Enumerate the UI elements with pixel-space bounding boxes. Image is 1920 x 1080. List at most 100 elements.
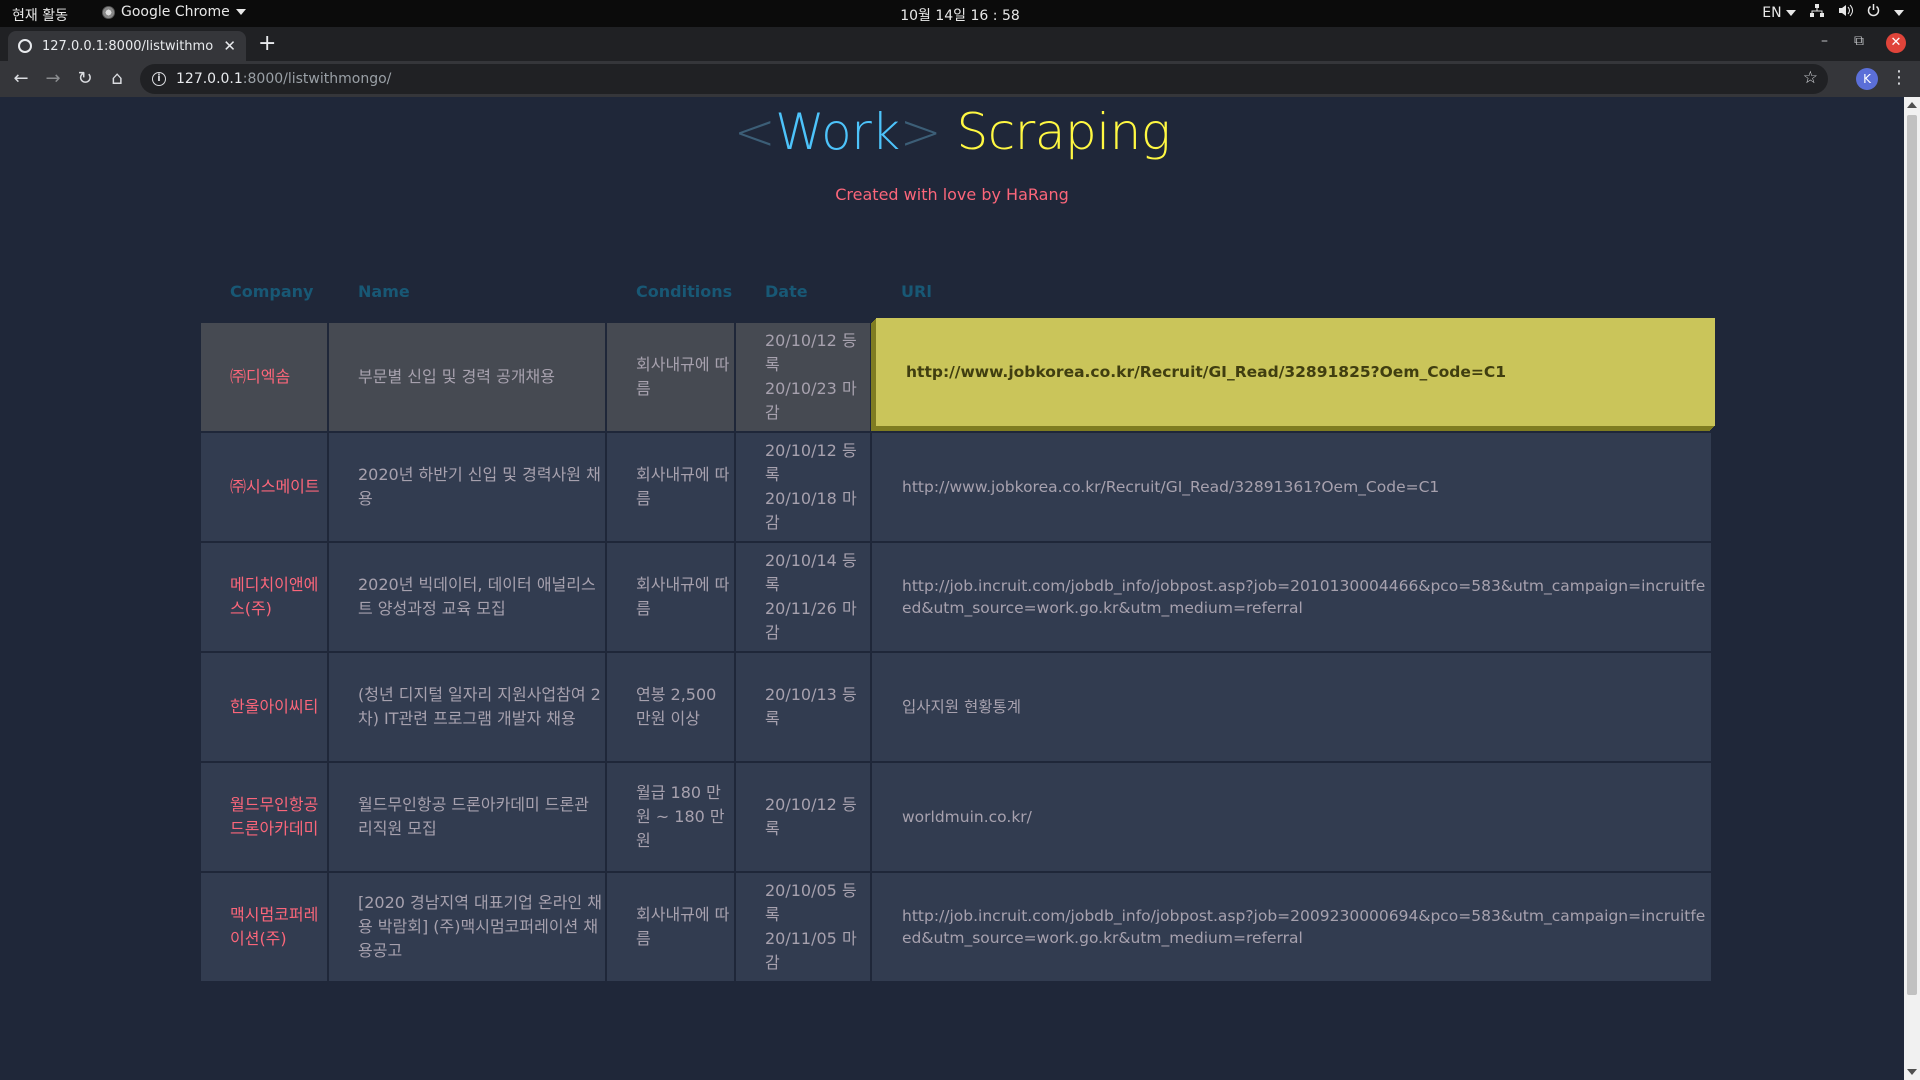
url-cell[interactable]: http://job.incruit.com/jobdb_info/jobpos… (872, 873, 1711, 981)
chevron-down-icon (235, 9, 246, 15)
chevron-down-icon[interactable] (1894, 9, 1904, 16)
name-cell: 2020년 하반기 신입 및 경력사원 채용 (329, 433, 605, 541)
company-cell: ㈜디엑솜 (201, 323, 327, 431)
title-open-bracket: < (733, 103, 776, 161)
system-tray[interactable]: EN (1762, 4, 1904, 21)
table-row[interactable]: 맥시멈코퍼레이션(주) [2020 경남지역 대표기업 온라인 채용 박람회] … (201, 873, 1711, 981)
scroll-up-arrow-icon[interactable] (1907, 102, 1917, 108)
date-deadline: 20/11/05 마감 (765, 929, 857, 972)
company-cell: 한울아이씨티 (201, 653, 327, 761)
date-deadline: 20/10/23 마감 (765, 379, 857, 422)
name-cell: 부문별 신입 및 경력 공개채용 (329, 323, 605, 431)
menu-kebab-icon[interactable]: ⋮ (1890, 67, 1908, 88)
date-registered: 20/10/12 등록 (765, 441, 857, 484)
chrome-icon (102, 5, 115, 19)
system-top-bar: 현재 활동 Google Chrome 10월 14일 16 : 58 EN (0, 0, 1920, 27)
company-cell: 맥시멈코퍼레이션(주) (201, 873, 327, 981)
page-title: <Work> Scraping (0, 103, 1904, 161)
close-icon[interactable]: ✕ (223, 37, 236, 55)
chevron-down-icon (1786, 9, 1796, 16)
header-name: Name (358, 281, 410, 301)
company-cell: 월드무인항공드론아카데미 (201, 763, 327, 871)
job-table: Company Name Conditions Date URl ㈜디엑솜 부문… (199, 259, 1715, 983)
power-icon[interactable] (1867, 4, 1880, 21)
company-cell: ㈜시스메이트 (201, 433, 327, 541)
site-info-icon[interactable]: i (152, 72, 166, 86)
minimize-button[interactable]: – (1821, 33, 1828, 49)
scroll-down-arrow-icon[interactable] (1907, 1069, 1917, 1075)
reload-icon[interactable]: ↻ (72, 66, 98, 92)
name-cell: 2020년 빅데이터, 데이터 애널리스트 양성과정 교육 모집 (329, 543, 605, 651)
table-row[interactable]: 한울아이씨티 (청년 디지털 일자리 지원사업참여 2차) IT관련 프로그램 … (201, 653, 1711, 761)
conditions-cell: 회사내규에 따름 (607, 323, 734, 431)
date-registered: 20/10/12 등록 (765, 795, 857, 838)
restore-button[interactable]: ⧉ (1854, 33, 1864, 49)
tab-strip: 127.0.0.1:8000/listwithmo ✕ + – ⧉ ✕ (0, 27, 1920, 61)
conditions-cell: 월급 180 만원 ~ 180 만원 (607, 763, 734, 871)
tab-title: 127.0.0.1:8000/listwithmo (42, 38, 214, 54)
profile-avatar[interactable]: K (1856, 68, 1878, 90)
window-close-button[interactable]: ✕ (1886, 33, 1906, 53)
forward-arrow-icon[interactable]: → (40, 66, 66, 92)
scrollbar-thumb[interactable] (1907, 115, 1917, 995)
address-bar[interactable]: i 127.0.0.1:8000/listwithmongo/ ☆ (140, 64, 1828, 94)
browser-tab[interactable]: 127.0.0.1:8000/listwithmo ✕ (8, 31, 246, 61)
title-scraping: Scraping (941, 103, 1171, 161)
globe-icon (18, 39, 32, 53)
date-registered: 20/10/12 등록 (765, 331, 857, 374)
name-cell: [2020 경남지역 대표기업 온라인 채용 박람회] (주)맥시멈코퍼레이션 … (329, 873, 605, 981)
conditions-cell: 회사내규에 따름 (607, 873, 734, 981)
back-arrow-icon[interactable]: ← (8, 66, 34, 92)
name-cell: (청년 디지털 일자리 지원사업참여 2차) IT관련 프로그램 개발자 채용 (329, 653, 605, 761)
date-registered: 20/10/13 등록 (765, 685, 857, 728)
clock[interactable]: 10월 14일 16 : 58 (0, 5, 1920, 25)
conditions-cell: 연봉 2,500 만원 이상 (607, 653, 734, 761)
title-close-bracket: > (899, 103, 942, 161)
page-subtitle: Created with love by HaRang (835, 185, 1069, 204)
browser-toolbar: ← → ↻ ⌂ i 127.0.0.1:8000/listwithmongo/ … (0, 61, 1920, 97)
page-content: <Work> Scraping Created with love by HaR… (0, 97, 1904, 1080)
url-cell[interactable]: http://job.incruit.com/jobdb_info/jobpos… (872, 543, 1711, 651)
app-menu[interactable]: Google Chrome (102, 4, 246, 20)
header-conditions: Conditions (636, 281, 733, 301)
url-cell[interactable]: http://www.jobkorea.co.kr/Recruit/GI_Rea… (872, 433, 1711, 541)
url-host: 127.0.0.1 (176, 71, 243, 87)
table-row[interactable]: ㈜시스메이트 2020년 하반기 신입 및 경력사원 채용 회사내규에 따름 2… (201, 433, 1711, 541)
activities-button[interactable]: 현재 활동 (12, 5, 68, 25)
date-cell: 20/10/13 등록 (736, 653, 870, 761)
table-row[interactable]: 메디치이앤에스(주) 2020년 빅데이터, 데이터 애널리스트 양성과정 교육… (201, 543, 1711, 651)
date-cell: 20/10/14 등록 20/11/26 마감 (736, 543, 870, 651)
date-deadline: 20/11/26 마감 (765, 599, 857, 642)
date-cell: 20/10/12 등록 (736, 763, 870, 871)
url-path: :8000/listwithmongo/ (242, 71, 392, 87)
date-cell: 20/10/12 등록 20/10/23 마감 (736, 323, 870, 431)
table-row[interactable]: ㈜디엑솜 부문별 신입 및 경력 공개채용 회사내규에 따름 20/10/12 … (201, 318, 1715, 431)
url-cell[interactable]: worldmuin.co.kr/ (872, 763, 1711, 871)
table-row[interactable]: 월드무인항공드론아카데미 월드무인항공 드론아카데미 드론관리직원 모집 월급 … (201, 763, 1711, 871)
date-cell: 20/10/05 등록 20/11/05 마감 (736, 873, 870, 981)
conditions-cell: 회사내규에 따름 (607, 543, 734, 651)
new-tab-button[interactable]: + (258, 33, 276, 55)
date-cell: 20/10/12 등록 20/10/18 마감 (736, 433, 870, 541)
volume-icon[interactable] (1838, 4, 1853, 21)
title-work: Work (775, 103, 900, 161)
bookmark-star-icon[interactable]: ☆ (1803, 68, 1818, 88)
home-icon[interactable]: ⌂ (104, 66, 130, 92)
company-cell: 메디치이앤에스(주) (201, 543, 327, 651)
language-indicator[interactable]: EN (1762, 5, 1796, 21)
network-icon[interactable] (1810, 4, 1824, 21)
header-date: Date (765, 281, 808, 301)
conditions-cell: 회사내규에 따름 (607, 433, 734, 541)
url-cell[interactable]: http://www.jobkorea.co.kr/Recruit/GI_Rea… (876, 318, 1715, 426)
header-company: Company (230, 281, 314, 301)
table-header-row: Company Name Conditions Date URl (201, 261, 1711, 321)
url-cell[interactable]: 입사지원 현황통계 (872, 653, 1711, 761)
app-menu-label: Google Chrome (121, 4, 230, 20)
header-url: URl (901, 281, 932, 301)
date-registered: 20/10/05 등록 (765, 881, 857, 924)
date-registered: 20/10/14 등록 (765, 551, 857, 594)
date-deadline: 20/10/18 마감 (765, 489, 857, 532)
page-scrollbar[interactable] (1904, 97, 1920, 1080)
language-label: EN (1762, 4, 1782, 21)
name-cell: 월드무인항공 드론아카데미 드론관리직원 모집 (329, 763, 605, 871)
